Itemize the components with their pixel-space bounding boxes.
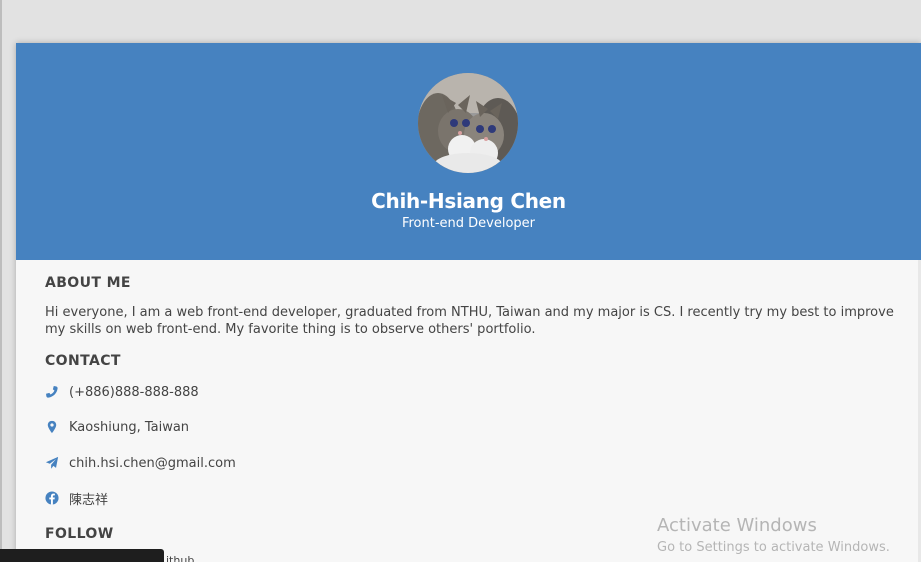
about-heading: ABOUT ME: [45, 275, 131, 291]
contact-phone-text: (+886)888-888-888: [69, 384, 199, 400]
contact-facebook: 陳志祥: [45, 488, 108, 508]
avatar-cats-image: [418, 73, 518, 173]
profile-card: Chih-Hsiang Chen Front-end Developer ABO…: [16, 43, 921, 562]
follow-heading: FOLLOW: [45, 526, 114, 542]
contact-heading: CONTACT: [45, 353, 121, 369]
contact-facebook-text[interactable]: 陳志祥: [69, 489, 108, 508]
activate-windows-subtitle: Go to Settings to activate Windows.: [657, 540, 890, 555]
activate-windows-title: Activate Windows: [657, 515, 817, 536]
taskbar-fragment: [0, 549, 164, 562]
paper-plane-icon: [45, 456, 59, 470]
contact-location: Kaoshiung, Taiwan: [45, 417, 189, 437]
contact-email: chih.hsi.chen@gmail.com: [45, 453, 236, 473]
profile-header: Chih-Hsiang Chen Front-end Developer: [16, 43, 921, 260]
contact-email-text[interactable]: chih.hsi.chen@gmail.com: [69, 456, 236, 471]
profile-role: Front-end Developer: [401, 216, 536, 231]
facebook-icon: [45, 491, 59, 505]
phone-icon: [45, 385, 59, 399]
profile-name: Chih-Hsiang Chen: [371, 189, 566, 213]
map-pin-icon: [45, 420, 59, 434]
follow-link-peek[interactable]: ithub: [166, 554, 194, 562]
contact-location-text: Kaoshiung, Taiwan: [69, 419, 190, 435]
contact-phone: (+886)888-888-888: [45, 382, 199, 402]
about-text: Hi everyone, I am a web front-end develo…: [45, 305, 894, 337]
window-left-edge: [0, 0, 2, 562]
avatar: [418, 73, 518, 173]
